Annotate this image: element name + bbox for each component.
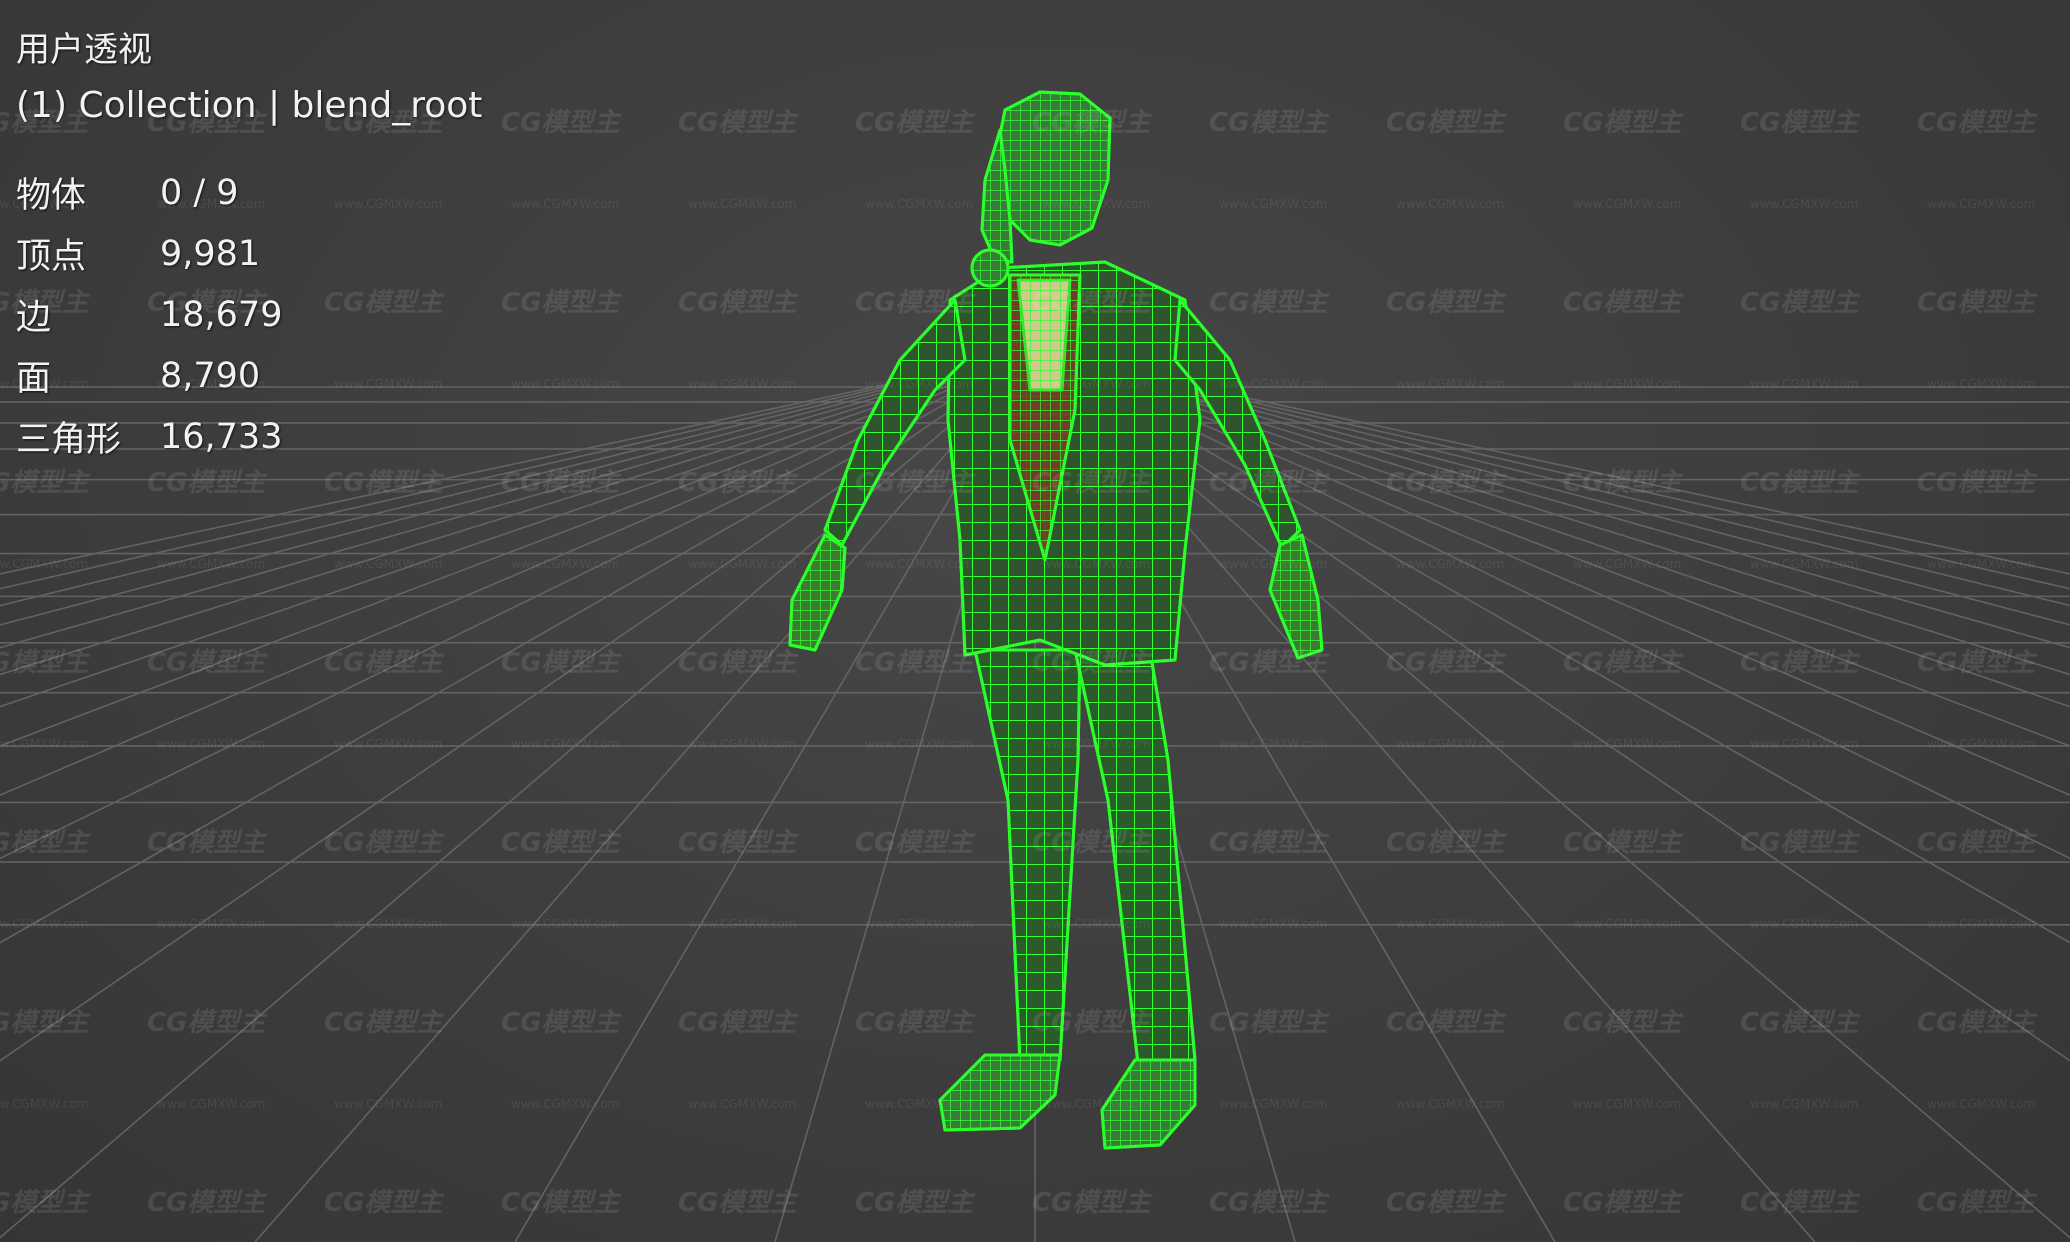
stat-label: 边	[16, 298, 52, 338]
view-name-label: 用户透视	[16, 30, 152, 70]
stat-row-objects: 物体 0 / 9	[16, 162, 482, 223]
stat-label: 三角形	[16, 420, 122, 460]
model-body	[788, 90, 1324, 1150]
stat-value: 0 / 9	[160, 172, 239, 213]
stat-row-triangles: 三角形 16,733	[16, 406, 482, 467]
collection-label: (1) Collection | blend_root	[16, 85, 483, 126]
stat-row-faces: 面 8,790	[16, 345, 482, 406]
stat-row-edges: 边 18,679	[16, 284, 482, 345]
statistics-panel: 物体 0 / 9 顶点 9,981 边 18,679 面 8,790 三角形 1…	[16, 162, 482, 467]
stat-label: 物体	[16, 176, 87, 216]
stat-value: 16,733	[160, 416, 283, 457]
viewport-info-overlay: 用户透视 (1) Collection | blend_root 物体 0 / …	[16, 24, 482, 467]
stat-row-vertices: 顶点 9,981	[16, 223, 482, 284]
stat-value: 9,981	[160, 233, 261, 274]
stat-label: 顶点	[16, 237, 87, 277]
stat-value: 8,790	[160, 355, 261, 396]
stat-label: 面	[16, 359, 52, 399]
stat-value: 18,679	[160, 294, 283, 335]
3d-viewport[interactable]: CG模型主www.CGMXW.comCG模型主www.CGMXW.comCG模型…	[0, 0, 2070, 1242]
